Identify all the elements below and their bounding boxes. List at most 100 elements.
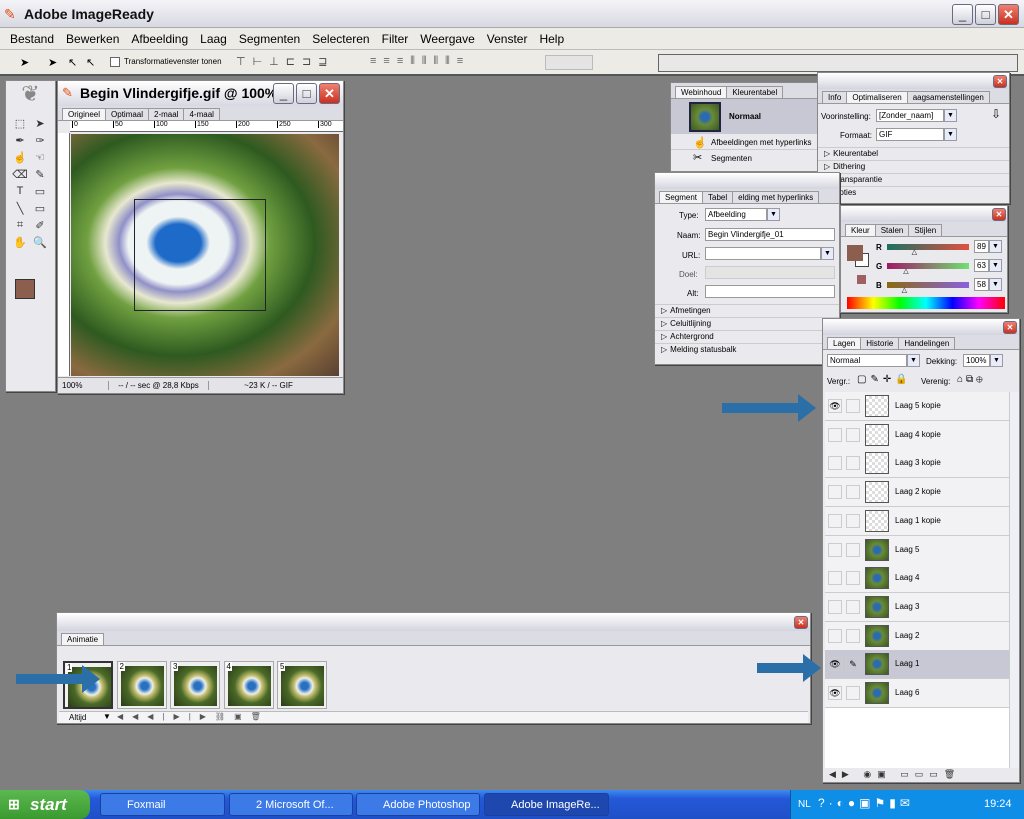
tab-historie[interactable]: Historie (860, 337, 900, 349)
tool-icon[interactable]: ⬚ (10, 117, 30, 134)
tab-animatie[interactable]: Animatie (61, 633, 105, 645)
format-select[interactable]: GIF (876, 128, 944, 141)
menu-bewerken[interactable]: Bewerken (60, 32, 125, 46)
link-slot[interactable] (846, 485, 860, 500)
tool-icon[interactable]: ⌫ (10, 168, 30, 185)
layer-row[interactable]: Laag 5 (825, 535, 1009, 565)
optimize-section[interactable]: ▷ Dithering (818, 160, 1009, 173)
doc-minimize-button[interactable]: _ (273, 83, 294, 104)
menu-segmenten[interactable]: Segmenten (233, 32, 306, 46)
layer-row[interactable]: Laag 2 (825, 621, 1009, 651)
optimize-close-button[interactable]: ✕ (993, 75, 1007, 88)
tab-optimaal[interactable]: Optimaal (105, 108, 150, 120)
chevron-down-icon[interactable]: ▼ (821, 247, 834, 260)
tab-2-maal[interactable]: 2-maal (148, 108, 185, 120)
playback-buttons[interactable]: ◀◀◀|▶|▶⛓▣🗑 (117, 712, 270, 721)
task-imageready[interactable]: Adobe ImageRe... (484, 793, 609, 816)
slider-thumb-icon[interactable]: △ (903, 267, 908, 275)
document-canvas-image[interactable] (71, 134, 339, 376)
zoom-level[interactable]: 100% (58, 381, 108, 390)
type-select[interactable]: Afbeelding (705, 208, 767, 221)
tool-icon[interactable]: ☝ (10, 151, 30, 168)
menu-help[interactable]: Help (533, 32, 570, 46)
animation-frame[interactable]: 2 (116, 661, 167, 709)
blend-mode-select[interactable]: Normaal (827, 354, 907, 367)
chevron-down-icon[interactable]: ▼ (989, 240, 1002, 253)
tool-icon[interactable]: T (10, 185, 30, 202)
maximize-button[interactable]: □ (975, 4, 996, 25)
tab-info[interactable]: Info (822, 91, 848, 103)
tab-lagen[interactable]: Lagen (827, 337, 862, 349)
slice-section[interactable]: ▷ Melding statusbalk (655, 343, 839, 356)
tab-image-map[interactable]: elding met hyperlinks (732, 191, 820, 203)
foreground-swatch[interactable] (847, 245, 863, 261)
chevron-down-icon[interactable]: ▼ (944, 128, 957, 141)
state-row[interactable]: Normaal (671, 99, 819, 134)
tab-kleur[interactable]: Kleur (845, 224, 876, 236)
link-slot[interactable] (846, 542, 860, 557)
eye-icon[interactable] (828, 427, 842, 442)
tool-icon[interactable]: ▭ (30, 185, 50, 202)
chevron-down-icon[interactable]: ▼ (990, 354, 1003, 367)
layers-close-button[interactable]: ✕ (1003, 321, 1017, 334)
layers-footer-buttons[interactable]: ◀▶ ◉▣ ▭▭▭🗑 (825, 769, 1019, 782)
optimize-section[interactable]: ▷Opties (818, 186, 1009, 199)
brush-icon[interactable]: ✎ (846, 657, 860, 672)
slider-thumb-icon[interactable]: △ (912, 248, 917, 256)
web-safe-swatch[interactable] (857, 275, 866, 284)
url-input[interactable] (705, 247, 821, 260)
tab-stalen[interactable]: Stalen (874, 224, 910, 236)
menu-laag[interactable]: Laag (194, 32, 233, 46)
foreground-color-swatch[interactable] (15, 279, 35, 299)
lock-icons[interactable]: ▢✎✛🔒 (857, 374, 912, 385)
tab-stijlen[interactable]: Stijlen (908, 224, 943, 236)
link-slot[interactable] (846, 399, 860, 413)
file-size[interactable]: ~23 K / -- GIF (208, 381, 328, 390)
layers-scrollbar[interactable] (1009, 392, 1019, 768)
eye-icon[interactable] (828, 513, 842, 528)
eye-icon[interactable] (828, 542, 842, 557)
eye-icon[interactable]: 👁 (828, 657, 842, 672)
tool-icon[interactable]: ✑ (30, 134, 50, 151)
color-close-button[interactable]: ✕ (992, 208, 1006, 221)
start-button[interactable]: ⊞ start (0, 790, 90, 819)
animation-frame[interactable]: 4 (223, 661, 274, 709)
distribute-icons[interactable]: ≡≡≡⫴⫴⫴⫴≡ (370, 55, 470, 68)
alt-input[interactable] (705, 285, 835, 298)
layer-row[interactable]: Laag 4 (825, 564, 1009, 594)
tool-icon[interactable]: ☜ (30, 151, 50, 168)
channel-slider[interactable] (887, 244, 969, 250)
link-slot[interactable] (846, 686, 860, 700)
layer-row[interactable]: Laag 1 kopie (825, 506, 1009, 536)
tool-icon[interactable]: ╲ (10, 202, 30, 219)
tool-icon[interactable]: 🔍 (30, 236, 50, 253)
link-slot[interactable] (846, 599, 860, 614)
eye-icon[interactable]: 👁 (828, 686, 842, 700)
color-spectrum[interactable] (847, 297, 1005, 309)
animation-frame[interactable]: 3 (170, 661, 220, 709)
link-slot[interactable] (846, 628, 860, 643)
transform-checkbox[interactable] (110, 57, 120, 67)
channel-value-input[interactable]: 58 (974, 278, 989, 291)
layer-row[interactable]: 👁 ✎ Laag 1 (825, 650, 1009, 680)
download-speed[interactable]: -- / -- sec @ 28,8 Kbps (108, 381, 208, 390)
slice-section[interactable]: ▷ Achtergrond (655, 330, 839, 343)
eye-icon[interactable] (828, 571, 842, 586)
tab-optimaliseren[interactable]: Optimaliseren (846, 91, 908, 103)
slice-section[interactable]: ▷ Celuitlijning (655, 317, 839, 330)
select-tool-icon[interactable]: ↖ (68, 56, 77, 69)
menu-afbeelding[interactable]: Afbeelding (125, 32, 194, 46)
tool-icon[interactable]: ✒ (10, 134, 30, 151)
chevron-down-icon[interactable]: ▼ (989, 278, 1002, 291)
name-input[interactable]: Begin Vlindergifje_01 (705, 228, 835, 241)
tab-layer-comps[interactable]: aagsamenstellingen (906, 91, 990, 103)
tab-tabel[interactable]: Tabel (702, 191, 734, 203)
eye-icon[interactable] (828, 456, 842, 471)
animation-frame[interactable]: 5 (277, 661, 327, 709)
tab-origineel[interactable]: Origineel (62, 108, 107, 120)
optimize-section[interactable]: ▷Transparantie (818, 173, 1009, 186)
tab-segment[interactable]: Segment (659, 191, 704, 203)
direct-select-icon[interactable]: ↖ (86, 56, 95, 69)
preset-select[interactable]: [Zonder_naam] (876, 109, 944, 122)
channel-slider[interactable] (887, 263, 969, 269)
